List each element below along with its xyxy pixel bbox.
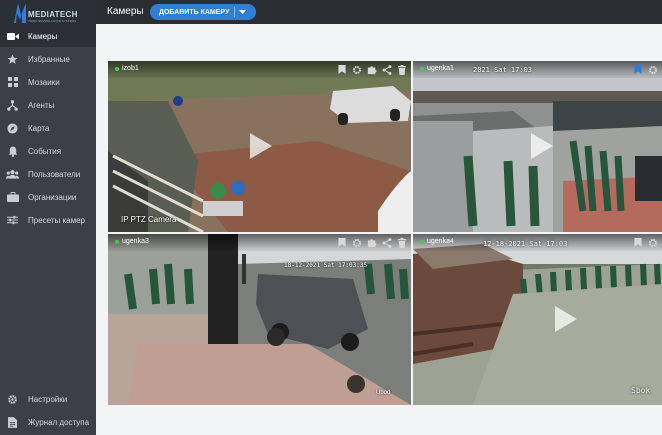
bookmark-icon[interactable] <box>336 64 347 75</box>
camera-tile[interactable]: izob1 IP PTZ Camera <box>108 61 411 232</box>
button-divider <box>234 7 235 17</box>
sidebar-item-label: Настройки <box>28 394 68 404</box>
bookmark-icon[interactable] <box>336 237 347 248</box>
camera-tile[interactable]: ugenka1 2021 Sat 17:03 <box>413 61 662 232</box>
share-icon[interactable] <box>381 64 392 75</box>
sidebar-item-label: События <box>28 146 62 156</box>
share-icon[interactable] <box>381 237 392 248</box>
tile-toolbar <box>632 64 658 75</box>
tile-toolbar <box>336 64 407 75</box>
sidebar-item-label: Пресеты камер <box>28 215 85 225</box>
sidebar-item-camera-presets[interactable]: Пресеты камер <box>0 209 96 231</box>
sidebar-item-organizations[interactable]: Организации <box>0 186 96 208</box>
sidebar-item-label: Журнал доступа <box>28 417 90 427</box>
camera-feed-image <box>108 234 411 405</box>
brand-subtitle: VIDEO SURVEILLANCE SYSTEMS <box>28 19 77 23</box>
play-icon[interactable] <box>531 133 553 159</box>
overlay-caption: IP PTZ Camera <box>121 215 177 224</box>
add-camera-button-label: ДОБАВИТЬ КАМЕРУ <box>159 8 230 16</box>
sidebar-item-label: Агенты <box>28 100 55 110</box>
logo-mark-icon <box>14 3 26 23</box>
tile-toolbar <box>336 237 407 248</box>
compass-icon <box>6 122 19 135</box>
camera-name: ugenka1 <box>427 65 454 72</box>
camera-feed-image <box>413 234 662 405</box>
sidebar-item-label: Пользователи <box>28 169 81 179</box>
camera-tile[interactable]: ugenka4 12-18-2021 Sat 17:03 Sbok <box>413 234 662 405</box>
document-icon <box>6 416 19 429</box>
sidebar-item-label: Организации <box>28 192 77 202</box>
camera-name: ugenka4 <box>427 238 454 245</box>
gear-icon <box>6 393 19 406</box>
sidebar-item-settings[interactable]: Настройки <box>0 388 96 410</box>
status-dot <box>420 67 424 71</box>
bookmark-icon[interactable] <box>632 64 643 75</box>
brand-name: MEDIATECH <box>28 10 78 19</box>
gear-icon[interactable] <box>647 64 658 75</box>
puzzle-icon[interactable] <box>366 64 377 75</box>
camera-timestamp: 2021 Sat 17:03 <box>473 66 533 74</box>
add-camera-button[interactable]: ДОБАВИТЬ КАМЕРУ <box>150 4 256 20</box>
sidebar-item-favorites[interactable]: Избранные <box>0 48 96 70</box>
gear-icon[interactable] <box>351 237 362 248</box>
video-camera-icon <box>6 30 19 43</box>
overlay-caption: Ubod <box>376 390 391 396</box>
sidebar-item-events[interactable]: События <box>0 140 96 162</box>
trash-icon[interactable] <box>396 237 407 248</box>
camera-tile[interactable]: ugenka3 18-12-2021 Sat 17:03:35 Ubod <box>108 234 411 405</box>
status-dot <box>115 67 119 71</box>
play-icon[interactable] <box>555 306 577 332</box>
sidebar-item-label: Мозаики <box>28 77 60 87</box>
logo: MEDIATECH VIDEO SURVEILLANCE SYSTEMS <box>0 0 96 26</box>
sliders-icon <box>6 214 19 227</box>
grid-icon <box>6 76 19 89</box>
camera-timestamp: 18-12-2021 Sat 17:03:35 <box>284 262 368 269</box>
sidebar-item-agents[interactable]: Агенты <box>0 94 96 116</box>
star-icon <box>6 53 19 66</box>
bell-icon <box>6 145 19 158</box>
gear-icon[interactable] <box>351 64 362 75</box>
sidebar: MEDIATECH VIDEO SURVEILLANCE SYSTEMS Кам… <box>0 0 96 435</box>
play-icon[interactable] <box>250 133 272 159</box>
tile-toolbar <box>632 237 658 248</box>
camera-timestamp: 12-18-2021 Sat 17:03 <box>483 240 568 248</box>
gear-icon[interactable] <box>647 237 658 248</box>
sidebar-item-label: Карта <box>28 123 50 133</box>
camera-name: ugenka3 <box>122 238 149 245</box>
overlay-caption: Sbok <box>631 386 651 395</box>
top-bar: Камеры ДОБАВИТЬ КАМЕРУ <box>96 0 662 24</box>
sidebar-item-map[interactable]: Карта <box>0 117 96 139</box>
agents-network-icon <box>6 99 19 112</box>
page-title: Камеры <box>107 6 144 17</box>
status-dot <box>420 240 424 244</box>
status-dot <box>115 240 119 244</box>
bookmark-icon[interactable] <box>632 237 643 248</box>
chevron-down-icon[interactable] <box>239 10 246 14</box>
sidebar-item-mosaics[interactable]: Мозаики <box>0 71 96 93</box>
sidebar-item-cameras[interactable]: Камеры <box>0 25 96 47</box>
users-icon <box>6 168 19 181</box>
sidebar-item-users[interactable]: Пользователи <box>0 163 96 185</box>
sidebar-item-access-log[interactable]: Журнал доступа <box>0 411 96 433</box>
camera-name: izob1 <box>122 65 139 72</box>
sidebar-item-label: Камеры <box>28 31 58 41</box>
puzzle-icon[interactable] <box>366 237 377 248</box>
trash-icon[interactable] <box>396 64 407 75</box>
sidebar-item-label: Избранные <box>28 54 70 64</box>
briefcase-icon <box>6 191 19 204</box>
